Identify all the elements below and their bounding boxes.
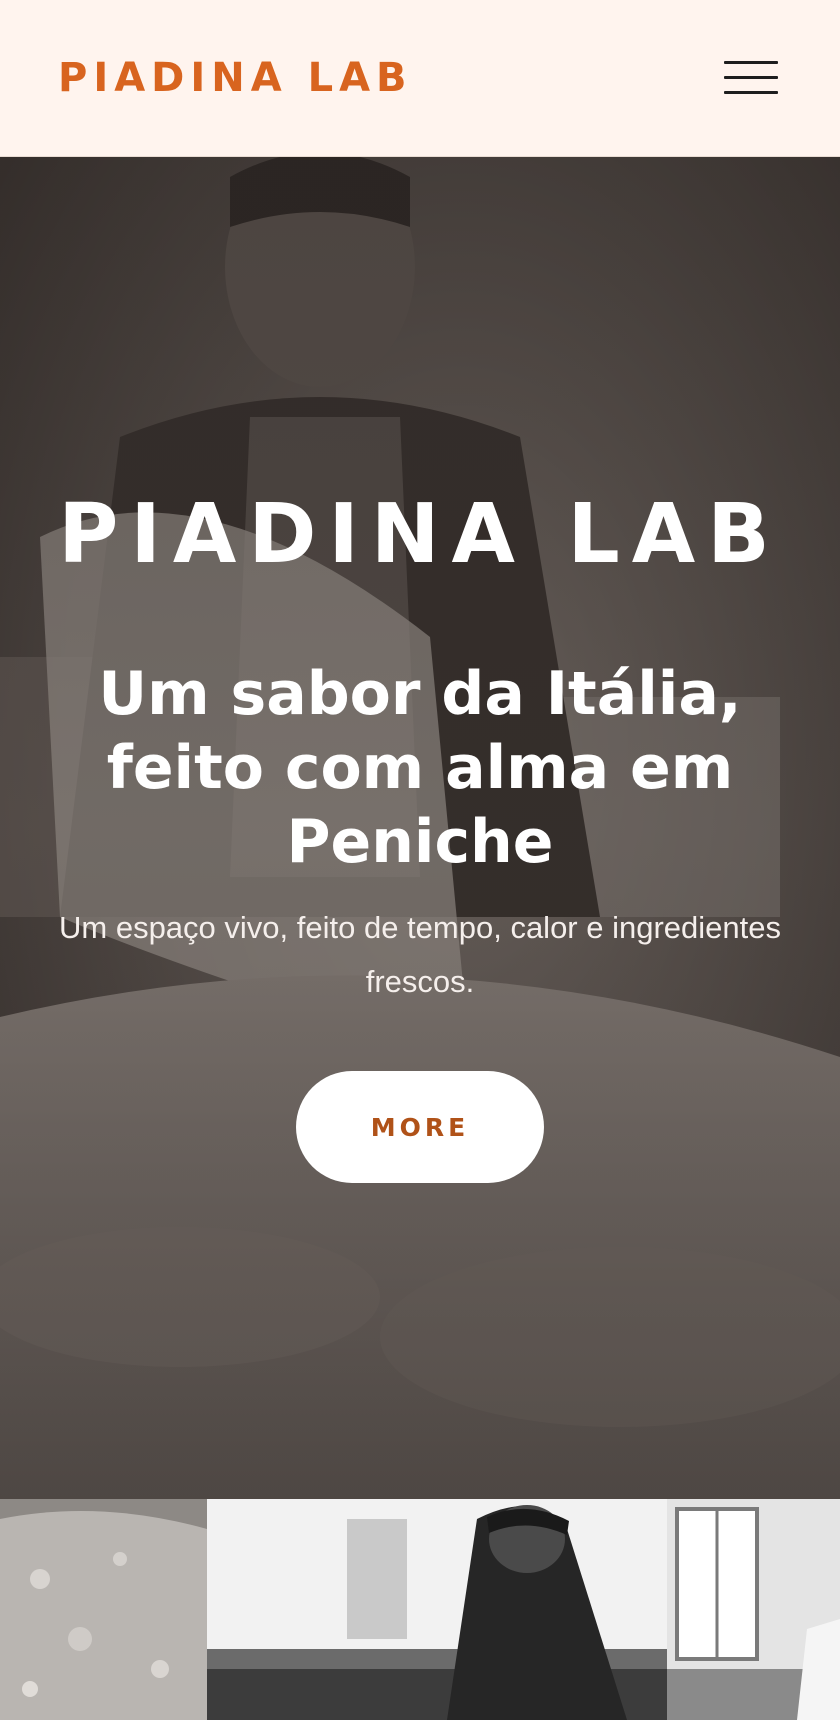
hero-section: PIADINA LAB Um sabor da Itália, feito co… [0,157,840,1499]
hero-content: PIADINA LAB Um sabor da Itália, feito co… [0,157,840,1499]
gallery-strip [0,1499,840,1720]
menu-line [724,61,778,64]
hero-brand: PIADINA LAB [58,487,782,582]
hamburger-menu-icon[interactable] [724,58,778,98]
kitchen-window-photo[interactable] [667,1499,840,1720]
menu-line [724,91,778,94]
chef-at-window-photo[interactable] [207,1499,667,1720]
menu-line [724,76,778,79]
site-header: PIADINA LAB [0,0,840,157]
more-button[interactable]: MORE [296,1071,544,1183]
hero-subtitle: Um espaço vivo, feito de tempo, calor e … [59,910,781,999]
hero-title: Um sabor da Itália, feito com alma em Pe… [98,659,742,877]
flour-texture-photo[interactable] [0,1499,207,1720]
site-logo[interactable]: PIADINA LAB [58,55,413,101]
